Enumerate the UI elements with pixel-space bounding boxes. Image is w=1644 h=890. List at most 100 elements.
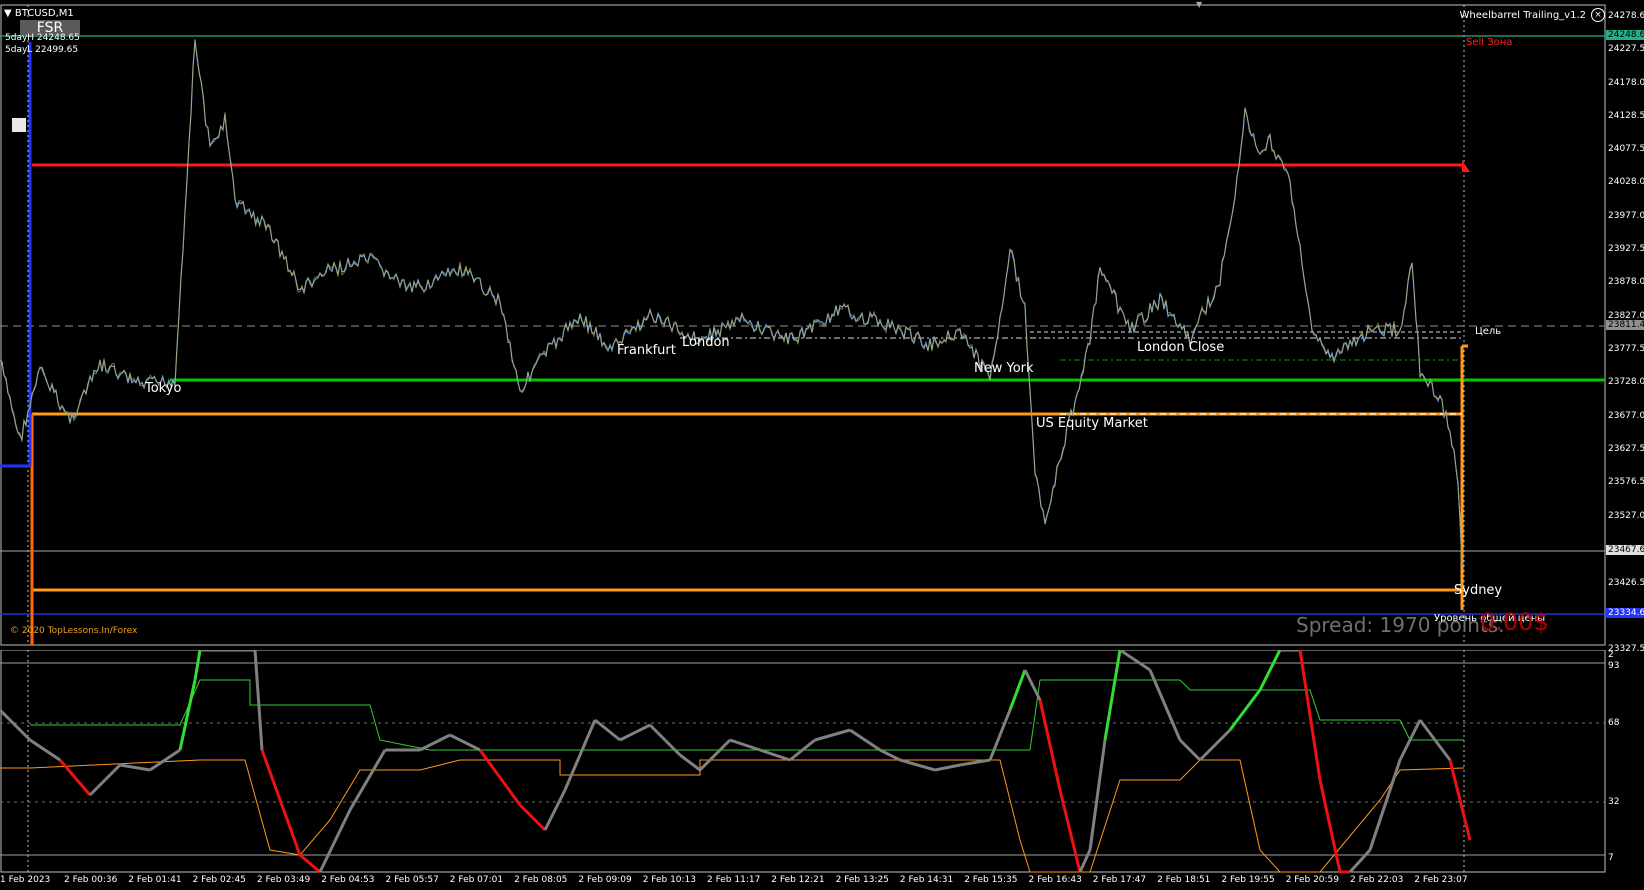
oscillator-segment: [0, 708, 32, 742]
oscillator-segment: [988, 709, 1012, 761]
time-axis-label: 2 Feb 14:31: [899, 875, 954, 885]
price-axis-label: 23878.0: [1608, 277, 1644, 287]
time-axis-label: 2 Feb 12:21: [771, 875, 825, 885]
close-indicator-icon[interactable]: ×: [1591, 8, 1605, 22]
target-price-tag: 23811.4: [1606, 320, 1644, 330]
oscillator-segment: [1258, 650, 1282, 691]
time-axis-label: 2 Feb 18:51: [1157, 875, 1211, 885]
trailing-green-line: [30, 679, 1464, 751]
price-axis-label: 23977.0: [1608, 211, 1644, 221]
time-axis-label: 2 Feb 22:03: [1350, 875, 1404, 885]
oscillator-segment: [543, 789, 567, 831]
price-chart-pane[interactable]: ▼ BTCUSD,M1 FSR 5dayH 24248.65 5dayL 224…: [0, 0, 1644, 654]
time-axis-label: 2 Feb 16:43: [1028, 875, 1082, 885]
indicator-axis-label: 68: [1608, 718, 1620, 728]
price-axis-label: 23927.5: [1608, 244, 1644, 254]
scroll-marker-icon[interactable]: ▼: [1196, 0, 1202, 9]
oscillator-segment: [1198, 728, 1232, 762]
oscillator-segment: [178, 679, 197, 751]
price-axis-label: 24028.0: [1608, 177, 1644, 187]
price-axis-label: 23728.0: [1608, 377, 1644, 387]
indicator-canvas[interactable]: [0, 650, 1644, 874]
sell-zone-label: Sell Зона: [1466, 37, 1513, 48]
time-axis-label: 2 Feb 02:45: [192, 875, 246, 885]
price-axis-label: 24128.5: [1608, 111, 1644, 121]
indicator-axis-label: 32: [1608, 797, 1620, 807]
time-axis-label: 2 Feb 15:35: [964, 875, 1018, 885]
time-axis-label: 2 Feb 17:47: [1092, 875, 1147, 885]
oscillator-segment: [698, 738, 732, 772]
oscillator-segment: [1008, 669, 1027, 711]
chart-frame: [0, 4, 1606, 646]
oscillator-segment: [1178, 738, 1202, 762]
session-label-sydney: Sydney: [1454, 583, 1503, 598]
session-label-london: London: [682, 335, 730, 350]
oscillator-segment: [478, 749, 522, 806]
price-axis-label: 24178.0: [1608, 78, 1644, 88]
oscillator-segment: [563, 719, 597, 791]
checkbox-square[interactable]: [12, 118, 26, 132]
oscillator-segment: [449, 733, 481, 752]
oscillator-segment: [1368, 759, 1402, 851]
price-series-overlay: [0, 42, 1463, 569]
five-day-low-label: 5dayL 22499.65: [5, 45, 79, 55]
indicator-axis-label: 7: [1608, 853, 1614, 863]
oscillator-segment: [619, 723, 651, 742]
oscillator-segment: [879, 748, 901, 762]
oscillator-segment: [193, 650, 202, 681]
price-axis-label: 23677.0: [1608, 411, 1644, 421]
oscillator-segment: [119, 763, 151, 772]
oscillator-segment: [149, 748, 181, 772]
oscillator-segment: [253, 650, 264, 751]
oscillator-segment: [348, 749, 387, 811]
time-axis-label: 2 Feb 20:59: [1285, 875, 1340, 885]
oscillator-segment: [29, 738, 61, 762]
session-label-frankfurt: Frankfurt: [617, 343, 676, 358]
oscillator-segment: [934, 763, 961, 772]
oscillator-segment: [849, 728, 881, 752]
price-chart-canvas[interactable]: [0, 0, 1644, 650]
oscillator-segment: [1058, 789, 1082, 873]
oscillator-segment: [88, 763, 122, 797]
price-axis-label: 23627.5: [1608, 444, 1644, 454]
oscillator-segment: [419, 733, 451, 752]
session-label-new-york: New York: [974, 361, 1034, 376]
oscillator-segment: [959, 758, 991, 767]
time-axis-label: 2 Feb 08:05: [514, 875, 568, 885]
indicator-axis-label: 93: [1608, 661, 1620, 671]
price-axis-label: 23426.5: [1608, 578, 1644, 588]
target-label: Цель: [1475, 326, 1502, 337]
indicator-axis[interactable]: 2 93 68 32 7: [1606, 650, 1644, 874]
oscillator-line: [0, 650, 1472, 874]
oscillator-segment: [299, 853, 321, 874]
current-price-tag: 23467.6: [1606, 545, 1644, 555]
time-axis-label: 2 Feb 11:17: [707, 875, 761, 885]
price-axis-label: 23527.0: [1608, 511, 1644, 521]
oscillator-segment: [1119, 650, 1151, 672]
time-axis[interactable]: 1 Feb 2023 2 Feb 00:36 2 Feb 01:41 2 Feb 02…: [0, 872, 1606, 890]
oscillator-segment: [1318, 779, 1342, 873]
oscillator-segment: [318, 809, 352, 873]
time-axis-label: 2 Feb 07:01: [449, 875, 504, 885]
time-axis-label: 2 Feb 03:49: [256, 875, 311, 885]
time-axis-label: 2 Feb 23:07: [1414, 875, 1468, 885]
time-axis-label: 2 Feb 10:13: [642, 875, 697, 885]
oscillator-segment: [1078, 849, 1092, 873]
time-axis-label: 2 Feb 13:25: [835, 875, 889, 885]
price-axis-label: 24077.5: [1608, 144, 1644, 154]
blue-price-tag: 23334.6: [1606, 608, 1644, 618]
session-label-tokyo: Tokyo: [145, 381, 182, 396]
indicator-frame: [0, 650, 1606, 873]
spread-label: Spread: 1970 points.: [1296, 613, 1505, 637]
oscillator-segment: [759, 748, 791, 762]
session-label-us-equity: US Equity Market: [1036, 416, 1148, 431]
time-axis-label: 2 Feb 01:41: [128, 875, 182, 885]
oscillator-segment: [679, 753, 701, 772]
indicator-pane[interactable]: 2 93 68 32 7: [0, 650, 1644, 874]
symbol-label: ▼ BTCUSD,M1: [4, 8, 74, 19]
price-series: [0, 39, 1463, 566]
time-axis-label: 2 Feb 04:53: [321, 875, 375, 885]
time-axis-label: 2 Feb 00:36: [64, 875, 118, 885]
high-price-tag: 24248.6: [1606, 30, 1644, 40]
oscillator-segment: [899, 758, 936, 772]
